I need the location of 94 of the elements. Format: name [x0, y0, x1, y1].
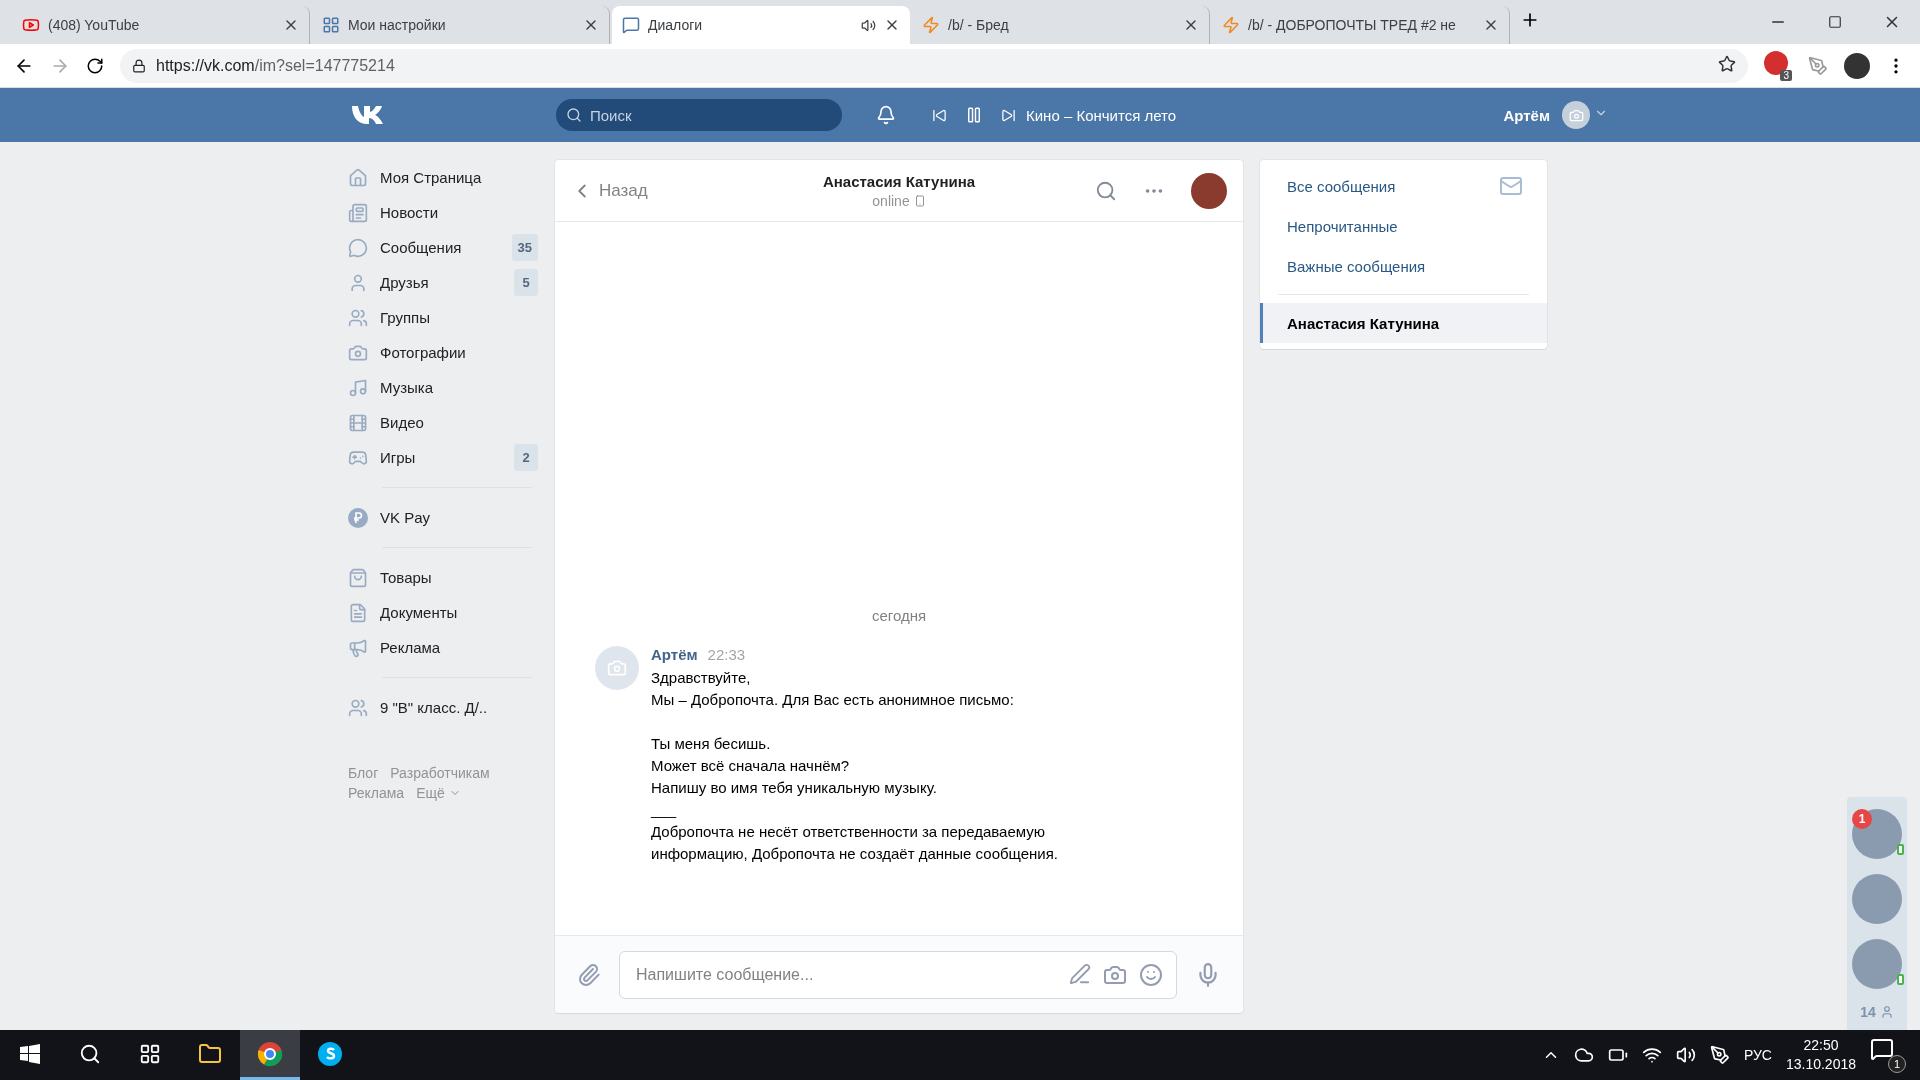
previous-icon[interactable] [932, 107, 947, 123]
users-icon [348, 697, 368, 718]
document-icon [348, 602, 368, 623]
skype-icon[interactable] [317, 1040, 343, 1067]
notification-badge: 1 [1888, 1055, 1906, 1073]
browser-tab[interactable]: Диалоги [612, 6, 910, 44]
sidebar-item[interactable]: Группы [348, 300, 538, 335]
grid-icon [322, 16, 340, 34]
filter-item[interactable]: Важные сообщения [1260, 246, 1547, 286]
task-view-icon[interactable] [139, 1042, 161, 1065]
megaphone-icon [348, 637, 368, 658]
friend-avatar[interactable]: 1 [1852, 809, 1902, 859]
extension-badge: 3 [1780, 69, 1792, 81]
sidebar-item[interactable]: Музыка [348, 370, 538, 405]
volume-icon[interactable] [1675, 1045, 1696, 1065]
sidebar-item[interactable]: Друзья 5 [348, 265, 538, 300]
message-input[interactable]: Напишите сообщение... [619, 950, 1177, 999]
speaker-icon[interactable] [861, 17, 876, 33]
restore-icon[interactable] [1827, 15, 1842, 29]
mobile-online-icon [1897, 844, 1904, 855]
film-icon [348, 412, 368, 433]
sidebar-item[interactable]: Видео [348, 405, 538, 440]
wifi-icon[interactable] [1641, 1045, 1662, 1065]
smile-icon[interactable] [1139, 962, 1163, 987]
sender-name[interactable]: Артём [651, 646, 698, 663]
pause-icon[interactable] [965, 106, 983, 124]
sidebar-item[interactable]: Моя Страница [348, 160, 538, 195]
date-separator: сегодня [870, 607, 928, 624]
track-title[interactable]: Кино – Кончится лето [1026, 106, 1177, 124]
message-time: 22:33 [707, 646, 746, 663]
bell-icon[interactable] [876, 105, 896, 125]
pen-icon[interactable] [1709, 1045, 1730, 1065]
message-text: Ты меня бесишь. Может всё сначала начнём? Напишу во имя тебя уникальную музыку. [651, 734, 938, 798]
message-text: ___ [651, 800, 678, 820]
paperclip-icon[interactable] [577, 962, 601, 987]
lightning-icon [1222, 16, 1240, 34]
filter-item[interactable]: Все сообщения [1260, 166, 1547, 206]
lightning-icon [922, 16, 940, 34]
windows-icon[interactable] [20, 1043, 40, 1064]
envelope-icon [1499, 174, 1523, 198]
sidebar-item[interactable]: Новости [348, 195, 538, 230]
bookmark-star-icon[interactable] [1718, 54, 1736, 73]
message-text: Добропочта не несёт ответственности за передаваемую информацию, Добропочта не создаёт данные сообщения. [651, 822, 1059, 864]
online-status: online [872, 192, 926, 209]
phone-icon [913, 194, 926, 207]
sidebar-item[interactable]: Игры 2 [348, 440, 538, 475]
message-text: Здравствуйте, Мы – Добропочта. Для Вас есть анонимное письмо: [651, 668, 1015, 710]
language-indicator[interactable]: РУС [1743, 1047, 1772, 1063]
sidebar-item[interactable]: Товары [348, 560, 538, 595]
address-bar[interactable]: https://vk.com/im?sel=147775214 [120, 48, 1748, 83]
camera-icon [607, 658, 627, 678]
clock[interactable]: 22:50 13.10.2018 [1785, 1036, 1856, 1074]
filter-item[interactable]: Непрочитанные [1260, 206, 1547, 246]
cloud-icon[interactable] [1573, 1045, 1594, 1065]
sidebar-item[interactable]: 9 "В" класс. Д/.. [348, 690, 538, 725]
user-name[interactable]: Артём [1503, 106, 1550, 124]
folder-icon[interactable] [198, 1041, 222, 1066]
sidebar-item[interactable]: VK Pay [348, 500, 538, 535]
browser-icon[interactable] [257, 1040, 283, 1067]
camera-icon [1568, 107, 1584, 123]
taskbar-button[interactable] [240, 1030, 300, 1080]
mobile-online-icon [1897, 974, 1904, 985]
play-icon [22, 16, 40, 34]
count-badge: 35 [511, 234, 538, 261]
home-icon [348, 167, 368, 188]
search-field[interactable]: Поиск [556, 99, 842, 131]
contact-avatar[interactable] [1191, 172, 1227, 209]
count-badge: 2 [514, 444, 538, 471]
sidebar-item[interactable]: Реклама [348, 630, 538, 665]
newspaper-icon [348, 202, 368, 223]
back-link[interactable]: Назад [571, 179, 751, 202]
chat-icon [348, 237, 368, 258]
search-icon[interactable] [79, 1042, 101, 1065]
users-icon [348, 307, 368, 328]
lock-icon [132, 58, 146, 73]
ruble-icon [348, 507, 368, 528]
reload-icon[interactable] [86, 56, 104, 75]
sidebar-item[interactable]: Сообщения 35 [348, 230, 538, 265]
filter-item[interactable]: Анастасия Катунина [1260, 303, 1547, 343]
sidebar-item[interactable]: Фотографии [348, 335, 538, 370]
search-icon [566, 107, 582, 123]
bag-icon [348, 567, 368, 588]
profile-avatar[interactable] [1844, 52, 1870, 79]
music-icon [348, 377, 368, 398]
next-icon[interactable] [1001, 107, 1016, 123]
notification-icon[interactable] [1870, 1037, 1894, 1061]
user-icon [348, 272, 368, 293]
contact-name: Анастасия Катунина [822, 172, 976, 190]
count-badge: 5 [514, 269, 538, 296]
unread-badge: 1 [1852, 809, 1872, 829]
sidebar-item[interactable]: Документы [348, 595, 538, 630]
user-icon [1879, 1005, 1894, 1019]
chat-icon [622, 16, 640, 34]
user-avatar[interactable] [1562, 101, 1590, 129]
